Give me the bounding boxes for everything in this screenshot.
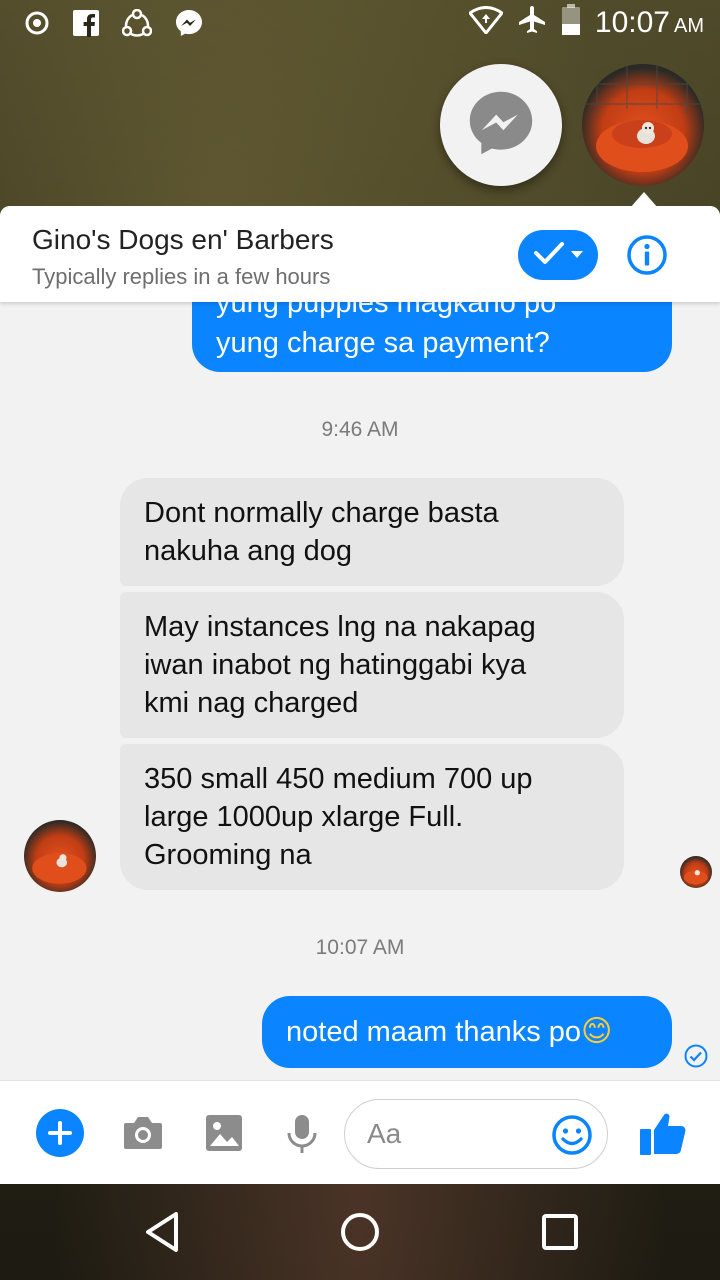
messenger-chat-head[interactable] <box>440 64 562 186</box>
back-icon <box>146 1212 178 1252</box>
gallery-button[interactable] <box>204 1113 246 1153</box>
outgoing-message[interactable]: noted maam thanks po😊 <box>262 996 672 1068</box>
record-icon <box>24 10 50 41</box>
message-input[interactable] <box>367 1114 547 1154</box>
response-time-status: Typically replies in a few hours <box>32 264 331 289</box>
sender-avatar[interactable] <box>24 820 96 892</box>
image-icon <box>206 1115 242 1151</box>
message-text-line: large 1000up xlarge Full. <box>144 801 464 833</box>
checkmark-icon <box>533 240 565 271</box>
info-button[interactable] <box>626 234 668 276</box>
avatar <box>32 853 87 884</box>
clock-ampm: AM <box>674 14 704 37</box>
emoji-icon <box>552 1115 592 1155</box>
back-button[interactable] <box>140 1208 188 1256</box>
timestamp: 10:07 AM <box>315 936 405 959</box>
chat-panel: yung puppies magkano po yung charge sa p… <box>0 206 720 1184</box>
facebook-icon <box>72 9 100 42</box>
message-text-line: yung charge sa payment? <box>216 327 550 359</box>
chevron-down-icon <box>571 246 583 264</box>
timestamp: 9:46 AM <box>321 418 399 441</box>
camera-icon <box>124 1117 162 1149</box>
read-receipt-avatar <box>680 856 712 888</box>
emoji-button[interactable] <box>551 1114 593 1156</box>
thumbs-up-icon <box>640 1113 686 1155</box>
contact-name[interactable]: Gino's Dogs en' Barbers <box>32 224 334 256</box>
status-bar: 10:07 AM <box>0 0 720 50</box>
smile-emoji: 😊 <box>581 1014 613 1049</box>
home-icon <box>341 1213 379 1251</box>
sync-icon <box>121 8 153 42</box>
mark-done-button[interactable] <box>518 230 598 280</box>
message-text: noted maam thanks po <box>286 1016 582 1048</box>
message-text-line: 350 small 450 medium 700 up <box>144 763 533 795</box>
battery-icon <box>561 4 581 41</box>
wifi-icon <box>468 6 504 39</box>
info-icon <box>627 235 667 275</box>
incoming-message[interactable]: May instances lng na nakapag iwan inabot… <box>120 592 624 738</box>
home-button[interactable] <box>336 1208 384 1256</box>
chat-header: Gino's Dogs en' Barbers Typically replie… <box>0 206 720 302</box>
message-text-line: kmi nag charged <box>144 687 359 719</box>
message-text-line: Grooming na <box>144 839 312 871</box>
clock: 10:07 <box>594 5 670 39</box>
avatar <box>582 64 704 172</box>
message-input-pill[interactable] <box>344 1099 608 1169</box>
messenger-icon <box>174 8 204 43</box>
voice-button[interactable] <box>284 1113 320 1153</box>
like-button[interactable] <box>638 1109 688 1157</box>
navigation-bar <box>0 1184 720 1280</box>
plus-icon <box>48 1121 72 1145</box>
microphone-icon <box>287 1115 317 1153</box>
message-text-line: Dont normally charge basta <box>144 497 499 529</box>
incoming-message[interactable]: 350 small 450 medium 700 up large 1000up… <box>120 744 624 890</box>
avatar <box>683 870 708 885</box>
camera-button[interactable] <box>122 1113 164 1153</box>
message-list[interactable]: yung puppies magkano po yung charge sa p… <box>0 206 720 1080</box>
airplane-mode-icon <box>517 5 547 40</box>
message-text-line: iwan inabot ng hatinggabi kya <box>144 649 527 681</box>
incoming-message[interactable]: Dont normally charge basta nakuha ang do… <box>120 478 624 586</box>
message-text-line: May instances lng na nakapag <box>144 611 536 643</box>
sent-check-icon <box>684 1044 708 1068</box>
more-actions-button[interactable] <box>36 1109 84 1157</box>
recents-icon <box>542 1214 578 1250</box>
recents-button[interactable] <box>536 1208 584 1256</box>
messenger-icon <box>465 87 537 164</box>
message-text-line: nakuha ang dog <box>144 535 353 567</box>
message-composer <box>0 1080 720 1184</box>
contact-chat-head[interactable] <box>582 64 704 186</box>
